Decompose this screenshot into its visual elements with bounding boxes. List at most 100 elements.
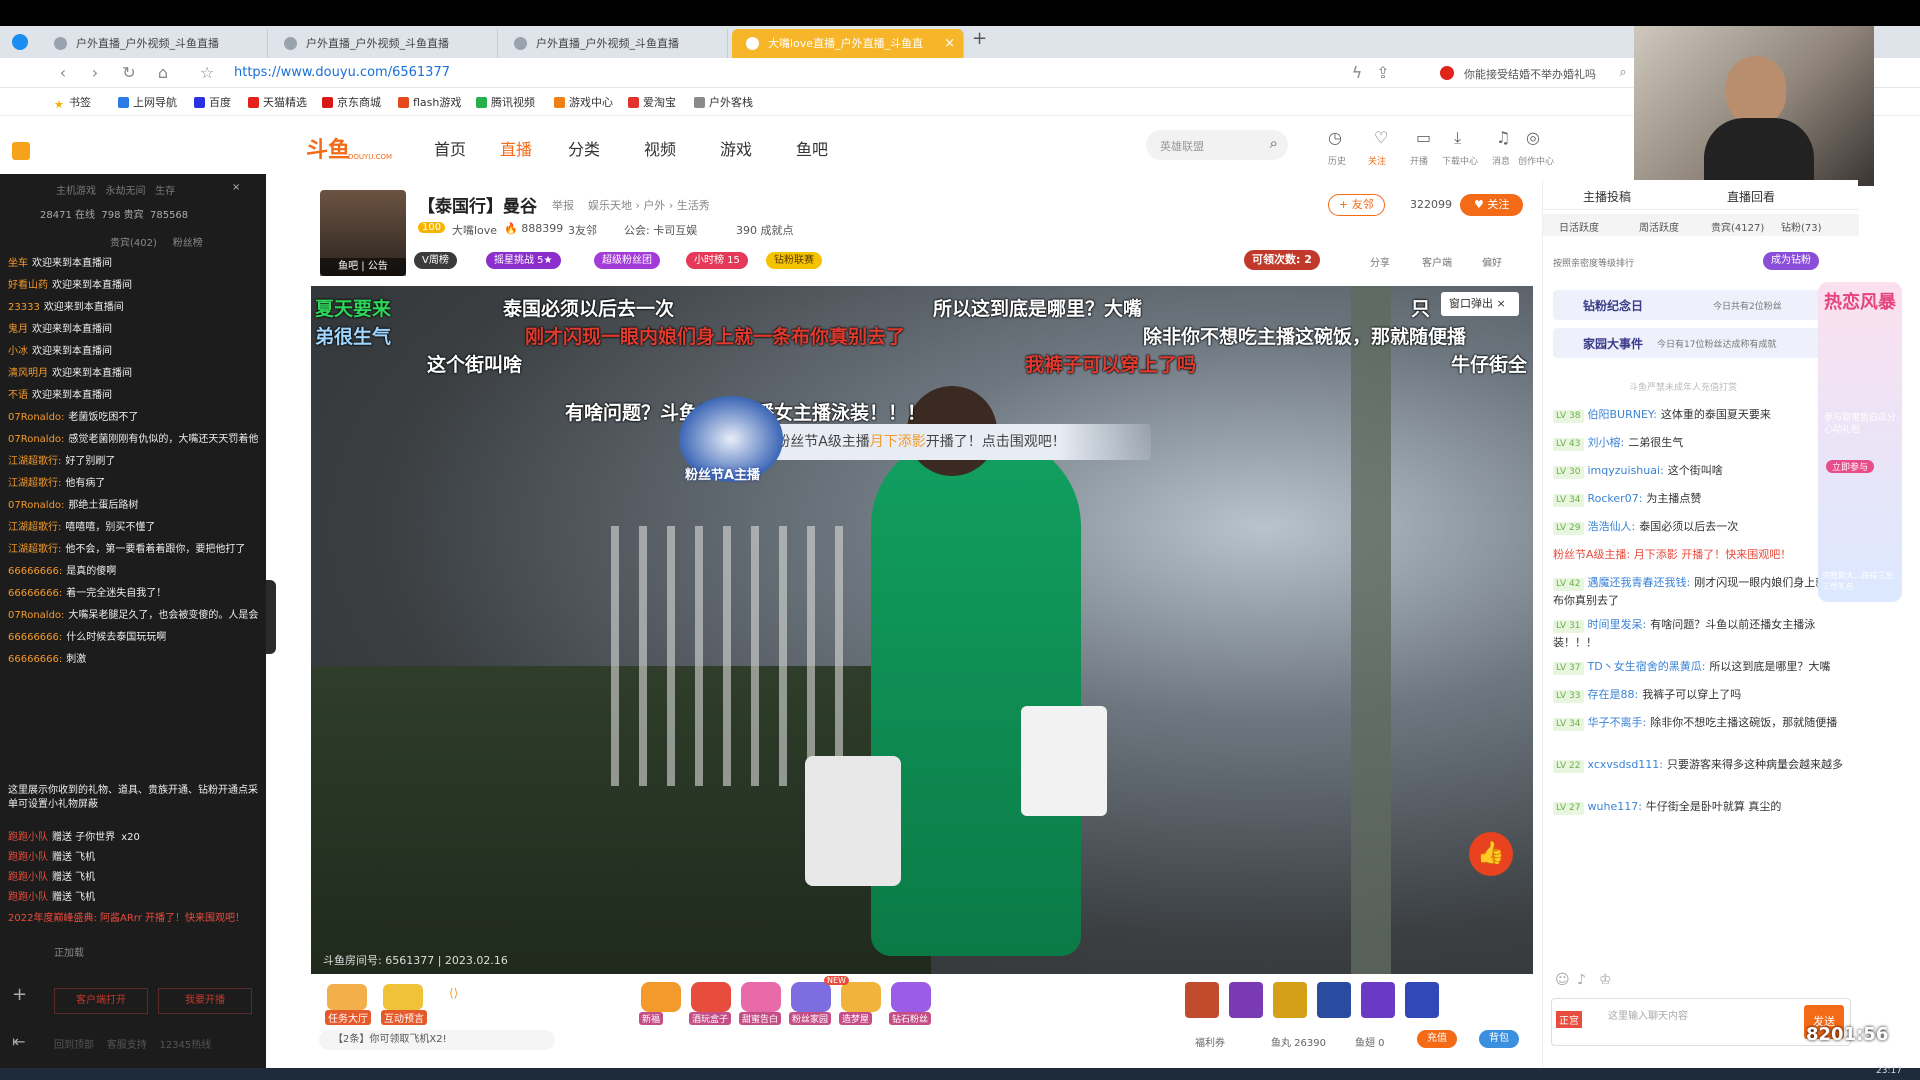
search-icon[interactable]: ⌕ [1270, 134, 1278, 152]
avatar-tabs[interactable]: 鱼吧 | 公告 [320, 258, 406, 276]
bookmark-item[interactable]: 上网导航 [118, 94, 177, 110]
prediction-label[interactable]: 互动预言 [381, 1010, 427, 1025]
collapse-icon[interactable]: ⇤ [12, 1032, 25, 1051]
chat-username[interactable]: 浩浩仙人: [1588, 520, 1636, 533]
chat-username[interactable]: 遇魔还我青春还我钱: [1588, 576, 1691, 589]
close-tab-icon[interactable]: × [944, 29, 955, 58]
chat-username[interactable]: 江湖超歌行: [8, 456, 61, 467]
diamond-day-card[interactable]: 钻粉纪念日 今日共有2位粉丝 [1553, 290, 1823, 320]
sidebar-plugin-icon[interactable] [12, 142, 30, 160]
chat-username[interactable]: TD丶女生宿舍的黑黄瓜: [1588, 660, 1706, 673]
gift-hint[interactable]: 【2条】你可领取飞机X2! [319, 1030, 555, 1050]
nav-home[interactable]: 首页 [434, 136, 466, 160]
chat-username[interactable]: 江湖超歌行: [8, 478, 61, 489]
chat-username[interactable]: 清风明月 [8, 368, 48, 379]
tab-replay[interactable]: 直播回看 [1727, 188, 1775, 205]
promo-join-button[interactable]: 立即参与 [1826, 460, 1875, 473]
chat-username[interactable]: 粉丝节A级主播: 月下添影 开播了！快来围观吧！ [1553, 548, 1791, 561]
home-icon[interactable]: ⌂ [152, 62, 174, 84]
chat-username[interactable]: 坐车 [8, 258, 28, 269]
chat-username[interactable]: 江湖超歌行: [8, 522, 61, 533]
search-engine-icon[interactable] [1440, 66, 1454, 80]
bookmark-item[interactable]: 游戏中心 [554, 94, 613, 110]
gift-item-label[interactable]: 新福 [639, 1012, 664, 1025]
achievement-points[interactable]: 390 成就点 [736, 222, 794, 238]
tab-streamer-submissions[interactable]: 主播投稿 [1583, 188, 1631, 205]
follow-button[interactable]: ♥ 关注 [1460, 194, 1524, 216]
clock-icon[interactable]: ◷ [1328, 128, 1342, 147]
open-client-button[interactable]: 客户端打开 [54, 988, 148, 1014]
url-field[interactable]: https://www.douyu.com/6561377 [234, 65, 450, 80]
heart-icon[interactable]: ♡ [1374, 128, 1388, 147]
chat-username[interactable]: 66666666: [8, 632, 62, 643]
chat-username[interactable]: 07Ronaldo: [8, 412, 64, 423]
header-history[interactable]: 历史 [1328, 154, 1346, 167]
chat-username[interactable]: 好看山药 [8, 280, 48, 291]
share-icon[interactable]: ⇪ [1372, 62, 1394, 84]
rank-tab[interactable]: 日活跃度 [1559, 219, 1599, 234]
gift-icon[interactable] [1229, 982, 1263, 1018]
gift-item-icon[interactable] [641, 982, 681, 1012]
chat-username[interactable]: 66666666: [8, 654, 62, 665]
tab-2[interactable]: 户外直播_户外视频_斗鱼直播 [270, 29, 498, 58]
nav-video[interactable]: 视频 [644, 136, 676, 160]
gift-sender[interactable]: 跑跑小队 [8, 852, 48, 863]
nav-live[interactable]: 直播 [500, 136, 532, 160]
gift-sender[interactable]: 跑跑小队 [8, 872, 48, 883]
browser-search-hint[interactable]: 你能接受结婚不举办婚礼吗 [1464, 66, 1596, 82]
bookmark-item[interactable]: flash游戏 [398, 94, 461, 110]
gift-icon[interactable] [1185, 982, 1219, 1018]
chat-username[interactable]: 存在是88: [1588, 688, 1639, 701]
left-panel-tabs[interactable]: 贵宾(402) 粉丝榜 [110, 234, 203, 249]
chat-username[interactable]: xcxvsdsd111: [1588, 758, 1664, 771]
preference-button[interactable]: 偏好 [1482, 254, 1502, 269]
streamer-name[interactable]: 大嘴love [452, 222, 497, 238]
rank-tab[interactable]: 贵宾(4127) [1711, 219, 1764, 234]
chat-input[interactable]: 这里输入聊天内容 [1608, 1007, 1688, 1022]
share-button[interactable]: 分享 [1370, 254, 1390, 269]
chat-username[interactable]: 07Ronaldo: [8, 610, 64, 621]
header-messages[interactable]: 消息 [1492, 154, 1510, 167]
expand-left-icon[interactable]: ⟨⟩ [449, 986, 458, 1000]
back-icon[interactable]: ‹ [52, 62, 74, 84]
chat-username[interactable]: 不语 [8, 390, 28, 401]
chat-username[interactable]: 小冰 [8, 346, 28, 357]
chat-username[interactable]: 刘小榕: [1588, 436, 1625, 449]
tab-3[interactable]: 户外直播_户外视频_斗鱼直播 [500, 29, 728, 58]
gift-icon[interactable] [1405, 982, 1439, 1018]
chat-username[interactable]: 华子不离手: [1588, 716, 1647, 729]
welfare-coupon[interactable]: 福利券 [1195, 1034, 1225, 1049]
nav-category[interactable]: 分类 [568, 136, 600, 160]
task-hall-icon[interactable] [327, 984, 367, 1010]
prediction-icon[interactable] [383, 984, 423, 1010]
become-diamond-button[interactable]: 成为钻粉 [1763, 252, 1819, 270]
bookmark-item[interactable]: 天猫精选 [248, 94, 307, 110]
badge-super-fans[interactable]: 超级粉丝团 [594, 252, 660, 269]
gift-icon[interactable] [1273, 982, 1307, 1018]
chat-username[interactable]: 鬼月 [8, 324, 28, 335]
recharge-button[interactable]: 充值 [1417, 1030, 1457, 1048]
chat-username[interactable]: 23333 [8, 302, 40, 313]
tab-1[interactable]: 户外直播_户外视频_斗鱼直播 [40, 29, 268, 58]
crown-icon[interactable]: ♔ [1599, 972, 1612, 988]
download-icon[interactable]: ⤓ [1454, 128, 1461, 148]
rank-tab[interactable]: 钻粉(73) [1781, 219, 1822, 234]
guild-info[interactable]: 公会: 卡司互娱 [624, 222, 697, 238]
gift-item-label[interactable]: 酒玩盒子 [689, 1012, 732, 1025]
badge-star-challenge[interactable]: 摇星挑战 5★ [486, 252, 561, 269]
gift-item-icon[interactable] [891, 982, 931, 1012]
close-icon[interactable]: × [232, 182, 240, 193]
gift-item-label[interactable]: 粉丝家园 [789, 1012, 832, 1025]
header-download[interactable]: 下载中心 [1442, 154, 1478, 167]
header-broadcast[interactable]: 开播 [1410, 154, 1428, 167]
family-event-card[interactable]: 家园大事件 今日有17位粉丝达成称有成就 [1553, 328, 1823, 358]
site-search-box[interactable]: 英雄联盟 ⌕ [1146, 130, 1288, 160]
site-search-input[interactable]: 英雄联盟 [1160, 138, 1204, 154]
chat-username[interactable]: 66666666: [8, 588, 62, 599]
chat-username[interactable]: 时间里发呆: [1588, 618, 1647, 631]
bag-button[interactable]: 背包 [1479, 1030, 1519, 1048]
chat-username[interactable]: 伯阳BURNEY: [1588, 408, 1657, 421]
streamer-avatar[interactable]: 鱼吧 | 公告 [320, 190, 406, 276]
video-player[interactable]: 夏天要来 泰国必须以后去一次 所以这到底是哪里？大嘴 只 弟很生气 刚才闪现一眼… [311, 286, 1533, 974]
chat-username[interactable]: 07Ronaldo: [8, 500, 64, 511]
